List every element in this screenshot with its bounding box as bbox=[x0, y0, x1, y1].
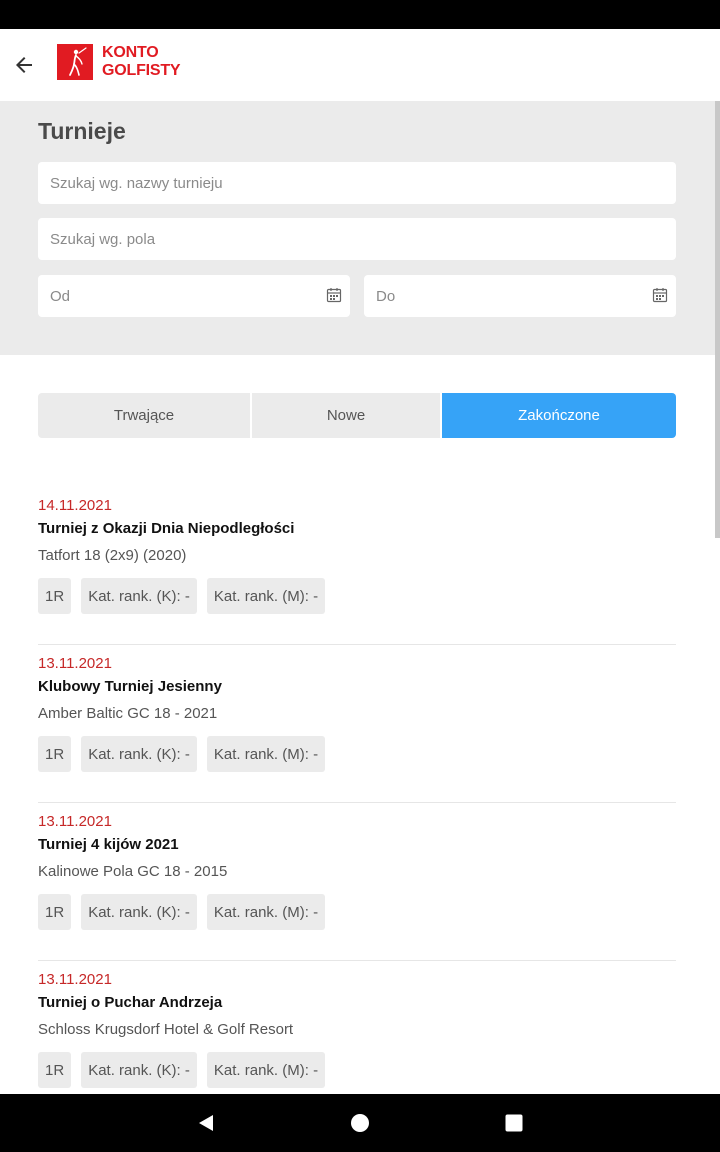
nav-home-button[interactable] bbox=[348, 1111, 372, 1135]
tournament-name-search-input[interactable] bbox=[50, 174, 676, 192]
tab-finished[interactable]: Zakończone bbox=[442, 393, 676, 438]
status-tabs: Trwające Nowe Zakończone bbox=[38, 393, 676, 438]
rounds-badge: 1R bbox=[38, 578, 72, 614]
search-panel: Turnieje bbox=[0, 101, 720, 355]
tournament-name: Turniej o Puchar Andrzeja bbox=[38, 994, 223, 1011]
tournament-name-search-field[interactable] bbox=[38, 162, 676, 204]
tournament-date: 13.11.2021 bbox=[38, 813, 112, 830]
tournament-item[interactable]: 14.11.2021 Turniej z Okazji Dnia Niepodl… bbox=[38, 487, 676, 645]
tournament-tags: 1R Kat. rank. (K): - Kat. rank. (M): - bbox=[38, 894, 335, 930]
rank-women-badge: Kat. rank. (K): - bbox=[81, 578, 197, 614]
tournament-course: Amber Baltic GC 18 - 2021 bbox=[38, 705, 218, 722]
rank-women-badge: Kat. rank. (K): - bbox=[81, 736, 197, 772]
tournament-item[interactable]: 13.11.2021 Turniej 4 kijów 2021 Kalinowe… bbox=[38, 803, 676, 961]
tournament-date: 14.11.2021 bbox=[38, 497, 112, 514]
tournament-tags: 1R Kat. rank. (K): - Kat. rank. (M): - bbox=[38, 736, 335, 772]
tournament-tags: 1R Kat. rank. (K): - Kat. rank. (M): - bbox=[38, 578, 335, 614]
status-bar bbox=[0, 0, 720, 29]
rounds-badge: 1R bbox=[38, 736, 72, 772]
calendar-icon[interactable] bbox=[652, 287, 668, 303]
course-search-field[interactable] bbox=[38, 218, 676, 260]
circle-home-icon bbox=[351, 1114, 369, 1132]
tournament-course: Schloss Krugsdorf Hotel & Golf Resort bbox=[38, 1021, 294, 1038]
golfer-logo-icon bbox=[57, 44, 93, 80]
rank-men-badge: Kat. rank. (M): - bbox=[206, 578, 326, 614]
rank-women-badge: Kat. rank. (K): - bbox=[81, 1052, 197, 1088]
rank-men-badge: Kat. rank. (M): - bbox=[206, 894, 326, 930]
date-to-input[interactable] bbox=[376, 287, 676, 305]
scrollbar[interactable] bbox=[715, 101, 720, 538]
rank-men-badge: Kat. rank. (M): - bbox=[206, 1052, 326, 1088]
tournament-date: 13.11.2021 bbox=[38, 655, 112, 672]
course-search-input[interactable] bbox=[50, 230, 676, 248]
rounds-badge: 1R bbox=[38, 1052, 72, 1088]
nav-back-button[interactable] bbox=[194, 1111, 218, 1135]
tournament-name: Turniej 4 kijów 2021 bbox=[38, 836, 179, 853]
tab-ongoing[interactable]: Trwające bbox=[38, 393, 250, 438]
logo-line2: GOLFISTY bbox=[102, 62, 181, 79]
arrow-left-icon bbox=[16, 57, 32, 73]
tournament-tags: 1R Kat. rank. (K): - Kat. rank. (M): - bbox=[38, 1052, 335, 1088]
tournament-date: 13.11.2021 bbox=[38, 971, 112, 988]
calendar-icon[interactable] bbox=[326, 287, 342, 303]
tournament-item[interactable]: 13.11.2021 Klubowy Turniej Jesienny Ambe… bbox=[38, 645, 676, 803]
date-from-input[interactable] bbox=[50, 287, 350, 305]
date-from-field[interactable] bbox=[38, 275, 350, 317]
rank-men-badge: Kat. rank. (M): - bbox=[206, 736, 326, 772]
tab-new[interactable]: Nowe bbox=[252, 393, 440, 438]
logo-line1: KONTO bbox=[102, 44, 159, 61]
system-nav-bar bbox=[0, 1094, 720, 1152]
triangle-back-icon bbox=[199, 1115, 213, 1131]
square-recents-icon bbox=[505, 1114, 523, 1132]
tournament-course: Kalinowe Pola GC 18 - 2015 bbox=[38, 863, 228, 880]
tournament-list: 14.11.2021 Turniej z Okazji Dnia Niepodl… bbox=[38, 487, 676, 1119]
tournament-course: Tatfort 18 (2x9) (2020) bbox=[38, 547, 187, 564]
tournament-name: Klubowy Turniej Jesienny bbox=[38, 678, 222, 695]
nav-recents-button[interactable] bbox=[502, 1111, 526, 1135]
back-button[interactable] bbox=[8, 49, 40, 81]
tournament-name: Turniej z Okazji Dnia Niepodległości bbox=[38, 520, 295, 537]
rounds-badge: 1R bbox=[38, 894, 72, 930]
app-bar: KONTO GOLFISTY bbox=[0, 29, 720, 101]
rank-women-badge: Kat. rank. (K): - bbox=[81, 894, 197, 930]
date-to-field[interactable] bbox=[364, 275, 676, 317]
logo: KONTO GOLFISTY bbox=[57, 44, 181, 80]
page-title: Turnieje bbox=[38, 118, 126, 144]
logo-text: KONTO GOLFISTY bbox=[102, 44, 181, 80]
